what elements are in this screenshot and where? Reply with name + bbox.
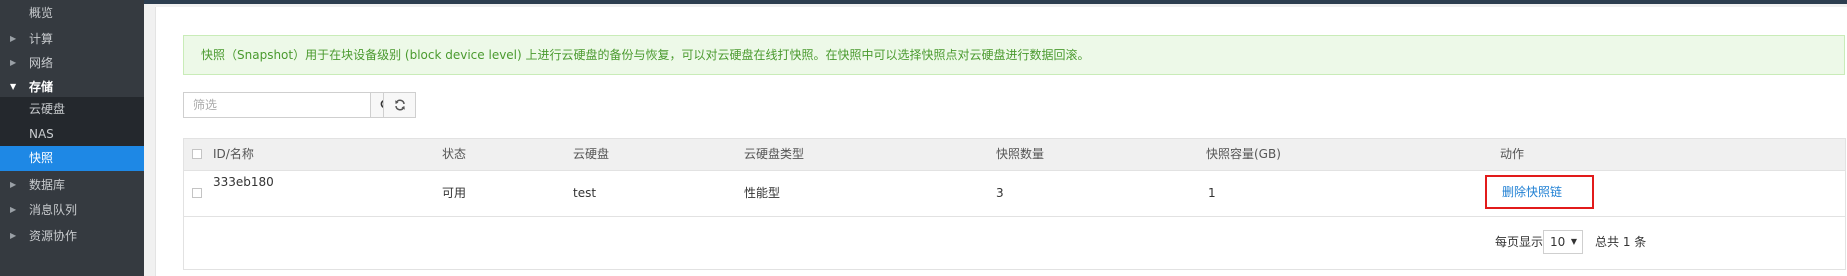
content-panel: 快照（Snapshot）用于在块设备级别 (block device level… — [155, 7, 1847, 276]
snapshot-id-link[interactable]: 333eb180 — [213, 167, 274, 197]
page-size-value: 10 — [1550, 235, 1566, 249]
table-header: ID/名称 状态 云硬盘 云硬盘类型 快照数量 快照容量(GB) 动作 — [184, 139, 1845, 171]
page-size-select[interactable]: 10 ▼ — [1543, 230, 1583, 254]
sidebar-item-label: 消息队列 — [29, 203, 78, 217]
disk-type-cell: 性能型 — [744, 186, 781, 200]
table-row: 333eb180 可用 test 性能型 3 1 删除快照链 — [184, 171, 1845, 217]
disk-link[interactable]: test — [573, 171, 596, 215]
snapshot-table: ID/名称 状态 云硬盘 云硬盘类型 快照数量 快照容量(GB) 动作 333e… — [183, 138, 1846, 270]
size-cell: 1 — [1208, 186, 1216, 200]
caret-right-icon: ▶ — [10, 180, 17, 189]
refresh-button[interactable] — [383, 92, 416, 118]
search-input[interactable] — [183, 92, 371, 118]
sidebar-item-label: NAS — [29, 127, 54, 141]
sidebar: 概览 ▶ 计算 ▶ 网络 ▼ 存储 云硬盘 NAS 快照 ▶ 数据库 ▶ 消息队… — [0, 0, 144, 276]
column-header-count: 快照数量 — [996, 147, 1045, 161]
sidebar-item-label: 快照 — [29, 151, 54, 165]
column-header-size: 快照容量(GB) — [1206, 147, 1281, 161]
sidebar-item-overview[interactable]: 概览 — [0, 0, 144, 27]
sidebar-item-message-queue[interactable]: ▶ 消息队列 — [0, 196, 144, 224]
page-size-label: 每页显示 — [1495, 235, 1544, 249]
caret-right-icon: ▶ — [10, 231, 17, 240]
sidebar-item-label: 资源协作 — [29, 229, 78, 243]
count-cell: 3 — [996, 186, 1004, 200]
column-header-action: 动作 — [1500, 147, 1525, 161]
top-bar — [144, 0, 1847, 4]
row-checkbox[interactable] — [192, 188, 202, 198]
column-header-status: 状态 — [442, 147, 467, 161]
sidebar-item-nas[interactable]: NAS — [0, 122, 144, 146]
status-cell: 可用 — [442, 186, 467, 200]
action-highlight: 删除快照链 — [1485, 175, 1594, 209]
sidebar-item-resource-collab[interactable]: ▶ 资源协作 — [0, 222, 144, 250]
pagination: 每页显示 10 ▼ 总共 1 条 — [184, 218, 1845, 270]
sidebar-item-label: 概览 — [29, 6, 54, 20]
delete-snapshot-chain-link[interactable]: 删除快照链 — [1502, 177, 1562, 207]
caret-right-icon: ▶ — [10, 205, 17, 214]
chevron-down-icon: ▼ — [1570, 237, 1577, 246]
select-all-checkbox[interactable] — [192, 149, 202, 159]
sidebar-item-cloud-disk[interactable]: 云硬盘 — [0, 97, 144, 122]
sidebar-item-database[interactable]: ▶ 数据库 — [0, 171, 144, 199]
column-header-disk-type: 云硬盘类型 — [744, 147, 805, 161]
sidebar-item-label: 云硬盘 — [29, 102, 66, 116]
sidebar-item-label: 数据库 — [29, 178, 66, 192]
main-content: 快照（Snapshot）用于在块设备级别 (block device level… — [144, 0, 1847, 276]
refresh-icon — [394, 99, 405, 111]
info-alert: 快照（Snapshot）用于在块设备级别 (block device level… — [183, 35, 1845, 75]
column-header-disk: 云硬盘 — [573, 147, 610, 161]
total-count: 总共 1 条 — [1595, 235, 1647, 249]
column-header-id[interactable]: ID/名称 — [213, 139, 254, 170]
search-group — [183, 92, 401, 124]
sidebar-item-snapshot[interactable]: 快照 — [0, 146, 144, 171]
